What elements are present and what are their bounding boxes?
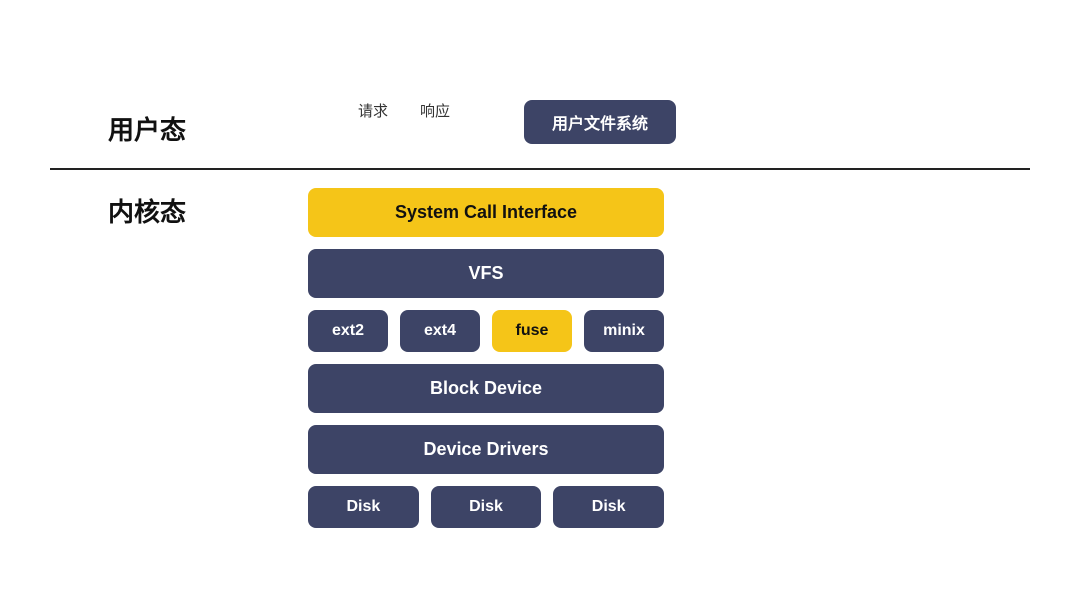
ext2-box: ext2 bbox=[308, 310, 388, 352]
device-drivers-box: Device Drivers bbox=[308, 425, 664, 474]
user-fs-button[interactable]: 用户文件系统 bbox=[524, 100, 676, 144]
minix-box: minix bbox=[584, 310, 664, 352]
disk1-box: Disk bbox=[308, 486, 419, 528]
disk3-box: Disk bbox=[553, 486, 664, 528]
fs-row: ext2 ext4 fuse minix bbox=[308, 310, 664, 352]
vfs-box: VFS bbox=[308, 249, 664, 298]
block-device-box: Block Device bbox=[308, 364, 664, 413]
fuse-box: fuse bbox=[492, 310, 572, 352]
disk-row: Disk Disk Disk bbox=[308, 486, 664, 528]
user-zone-label: 用户态 bbox=[108, 110, 186, 147]
disk2-box: Disk bbox=[431, 486, 542, 528]
request-label: 请求 bbox=[358, 100, 388, 121]
kernel-zone-label: 内核态 bbox=[108, 192, 186, 229]
zone-divider bbox=[50, 168, 1030, 170]
kernel-diagram: System Call Interface VFS ext2 ext4 fuse… bbox=[308, 188, 664, 528]
response-label: 响应 bbox=[420, 100, 450, 121]
ext4-box: ext4 bbox=[400, 310, 480, 352]
system-call-interface-box: System Call Interface bbox=[308, 188, 664, 237]
